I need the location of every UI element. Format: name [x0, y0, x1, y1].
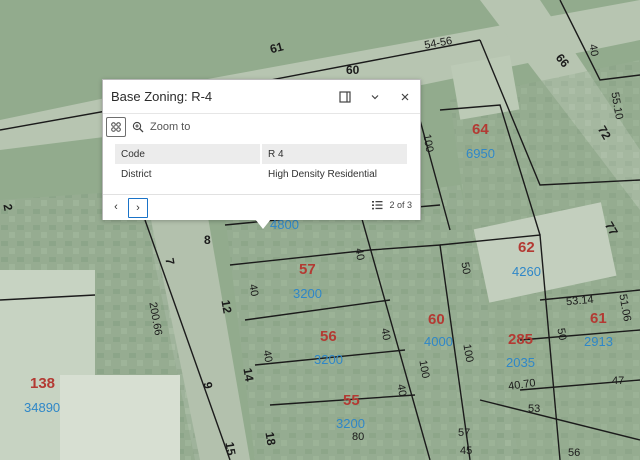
lot-dimension: 57 — [458, 427, 470, 439]
actions-menu-button[interactable] — [106, 117, 126, 137]
parcel-area: 34890 — [24, 400, 60, 415]
attribute-table: Code R 4 District High Density Residenti… — [115, 144, 407, 184]
parcel-area: 3200 — [336, 416, 365, 431]
lot-dimension: 50 — [554, 327, 568, 341]
parcel-number: 62 — [518, 239, 535, 256]
attribute-value: R 4 — [261, 144, 407, 164]
lot-dimension: 40 — [352, 247, 366, 261]
building-lower-left — [60, 375, 180, 460]
dock-button[interactable] — [330, 82, 360, 112]
street-number: 18 — [262, 431, 278, 447]
close-icon — [401, 93, 409, 100]
previous-feature-button[interactable]: ‹ — [107, 198, 125, 216]
pager-count: 2 of 3 — [389, 200, 412, 210]
lot-dimension: 56 — [568, 447, 580, 459]
next-feature-button[interactable]: › — [128, 198, 148, 218]
parcel-area: 3200 — [293, 286, 322, 301]
table-row: District High Density Residential — [115, 164, 407, 184]
lot-dimension: 45 — [460, 445, 472, 457]
parcel-area: 2913 — [584, 334, 613, 349]
attribute-value: High Density Residential — [268, 168, 377, 180]
parcel-number: 55 — [343, 392, 360, 409]
lot-dimension: 47 — [612, 375, 624, 387]
street-number: 8 — [204, 233, 211, 247]
street-number: 15 — [222, 441, 238, 457]
street-number: 12 — [218, 299, 234, 315]
parcel-number: 56 — [320, 328, 337, 345]
street-number: 60 — [346, 63, 360, 77]
parcel-number: 285 — [508, 331, 533, 348]
popup-title: Base Zoning: R-4 — [111, 89, 213, 104]
table-row: Code R 4 — [115, 144, 407, 164]
lot-dimension: 40 — [246, 283, 260, 297]
close-button[interactable] — [390, 82, 420, 112]
lot-dimension: 53.14 — [566, 294, 594, 308]
lot-dimension: 40 — [586, 43, 600, 57]
attribute-key: District — [115, 164, 262, 184]
chevron-down-icon — [371, 94, 379, 99]
popup-footer: ‹ › 2 of 3 — [103, 194, 420, 220]
list-icon — [372, 201, 383, 210]
parcel-number: 60 — [428, 311, 445, 328]
feature-pager[interactable]: 2 of 3 — [372, 200, 412, 210]
feature-popup: Base Zoning: R-4 Zoom to Code R 4 Distri… — [102, 79, 421, 229]
zoom-to-label: Zoom to — [150, 121, 191, 133]
parcel-number: 138 — [30, 375, 55, 392]
attribute-key: Code — [115, 144, 262, 164]
street-number: 14 — [240, 367, 256, 383]
dock-icon — [339, 90, 351, 103]
parcel-number: 57 — [299, 261, 316, 278]
lot-dimension: 40 — [260, 349, 274, 363]
zoom-in-icon — [132, 121, 144, 133]
parcel-area: 3200 — [314, 352, 343, 367]
map-view[interactable]: 60 61 66 72 77 8 7 12 9 14 15 18 2 54-56… — [0, 0, 640, 460]
lot-dimension: 50 — [458, 261, 472, 275]
lot-dimension: 80 — [352, 431, 364, 443]
popup-header: Base Zoning: R-4 — [103, 80, 420, 114]
parcel-number: 61 — [590, 310, 607, 327]
popup-action-bar: Zoom to — [103, 114, 420, 140]
collapse-button[interactable] — [360, 82, 390, 112]
parcel-area: 6950 — [466, 146, 495, 161]
parcel-area: 4000 — [424, 334, 453, 349]
parcel-number: 64 — [472, 121, 489, 138]
lot-dimension: 53 — [528, 403, 540, 415]
lot-dimension: 40 — [394, 383, 408, 397]
parcel-area: 4260 — [512, 264, 541, 279]
lot-dimension: 40 — [378, 327, 392, 341]
zoom-to-button[interactable]: Zoom to — [132, 121, 190, 133]
parcel-area: 2035 — [506, 355, 535, 370]
grid-icon — [111, 122, 121, 132]
popup-pointer — [255, 219, 271, 229]
